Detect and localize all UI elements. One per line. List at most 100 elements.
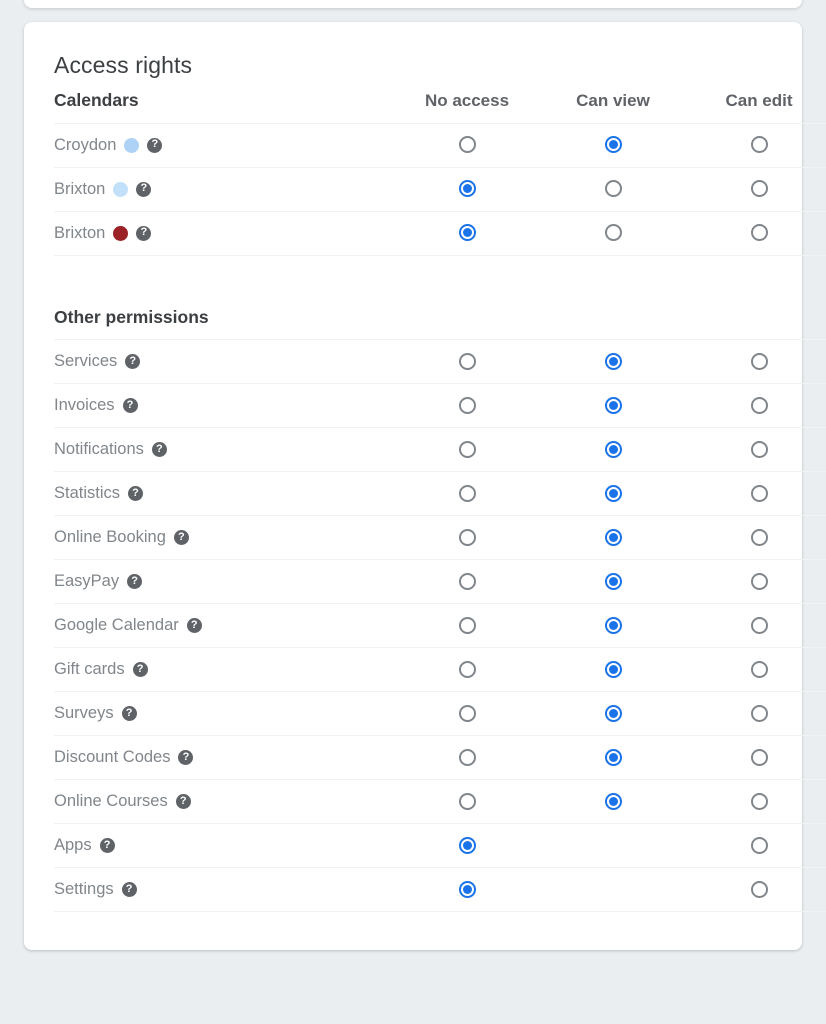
radio-can-edit[interactable] [750, 792, 768, 810]
label-wrap: Statistics? [54, 484, 394, 503]
table-row: Gift cards? [54, 647, 826, 692]
help-icon[interactable]: ? [173, 530, 189, 545]
radio-can-view[interactable] [604, 136, 622, 154]
permission-label-cell: EasyPay? [54, 559, 394, 604]
permission-cell [394, 427, 540, 472]
radio-no-access[interactable] [458, 792, 476, 810]
radio-no-access[interactable] [458, 224, 476, 242]
help-icon[interactable]: ? [132, 662, 148, 677]
permission-cell [394, 559, 540, 604]
permission-label-cell: Notifications? [54, 427, 394, 472]
help-icon[interactable]: ? [147, 137, 163, 153]
help-icon[interactable]: ? [175, 794, 191, 809]
table-row: Apps? [54, 823, 826, 868]
radio-can-view[interactable] [604, 440, 622, 458]
radio-can-view[interactable] [604, 528, 622, 546]
permission-cell [394, 166, 540, 211]
card-above-partial [24, 0, 802, 8]
help-icon[interactable]: ? [125, 354, 141, 369]
radio-can-edit[interactable] [750, 352, 768, 370]
permission-cell [394, 735, 540, 780]
permission-label-cell: Statistics? [54, 471, 394, 516]
radio-can-view[interactable] [604, 352, 622, 370]
radio-can-edit[interactable] [750, 440, 768, 458]
permission-label: Brixton [54, 223, 106, 242]
radio-can-view[interactable] [604, 180, 622, 198]
table-row: Brixton? [54, 210, 826, 255]
radio-can-edit[interactable] [750, 136, 768, 154]
radio-can-edit[interactable] [750, 836, 768, 854]
permission-cell [686, 691, 826, 736]
radio-can-view[interactable] [604, 748, 622, 766]
permission-label-cell: Surveys? [54, 691, 394, 736]
permission-cell [540, 427, 686, 472]
permission-cell [686, 383, 826, 428]
radio-no-access[interactable] [458, 836, 476, 854]
radio-no-access[interactable] [458, 352, 476, 370]
radio-no-access[interactable] [458, 572, 476, 590]
permission-cell [686, 823, 826, 868]
column-header-can-edit: Can edit [725, 90, 793, 110]
calendars-heading: Calendars [54, 90, 139, 111]
radio-can-edit[interactable] [750, 660, 768, 678]
help-icon[interactable]: ? [151, 442, 167, 457]
help-icon[interactable]: ? [99, 838, 115, 853]
label-wrap: Brixton? [54, 180, 394, 199]
column-header-no-access: No access [424, 90, 510, 110]
radio-no-access[interactable] [458, 748, 476, 766]
radio-can-edit[interactable] [750, 880, 768, 898]
radio-can-edit[interactable] [750, 484, 768, 502]
label-wrap: Notifications? [54, 440, 394, 459]
radio-no-access[interactable] [458, 136, 476, 154]
radio-can-edit[interactable] [750, 180, 768, 198]
permission-label: Apps [54, 836, 92, 854]
radio-can-view[interactable] [604, 224, 622, 242]
permission-label: Gift cards [54, 660, 125, 678]
radio-no-access[interactable] [458, 880, 476, 898]
help-icon[interactable]: ? [127, 574, 143, 589]
radio-no-access[interactable] [458, 528, 476, 546]
help-icon[interactable]: ? [128, 486, 144, 501]
radio-can-view[interactable] [604, 572, 622, 590]
help-icon[interactable]: ? [186, 618, 202, 633]
radio-can-view[interactable] [604, 660, 622, 678]
permission-cell [540, 867, 686, 912]
radio-no-access[interactable] [458, 180, 476, 198]
table-row: Settings? [54, 867, 826, 912]
table-row: Discount Codes? [54, 735, 826, 780]
help-icon[interactable]: ? [122, 398, 138, 413]
radio-can-edit[interactable] [750, 396, 768, 414]
radio-can-edit[interactable] [750, 528, 768, 546]
permission-cell [540, 210, 686, 255]
table-row: Services? [54, 339, 826, 384]
radio-can-view[interactable] [604, 396, 622, 414]
radio-can-edit[interactable] [750, 704, 768, 722]
permission-cell [394, 603, 540, 648]
radio-no-access[interactable] [458, 660, 476, 678]
radio-no-access[interactable] [458, 484, 476, 502]
radio-no-access[interactable] [458, 440, 476, 458]
radio-no-access[interactable] [458, 704, 476, 722]
help-icon[interactable]: ? [121, 882, 137, 897]
help-icon[interactable]: ? [136, 225, 152, 241]
radio-can-view[interactable] [604, 484, 622, 502]
radio-can-edit[interactable] [750, 572, 768, 590]
radio-can-edit[interactable] [750, 224, 768, 242]
radio-no-access[interactable] [458, 616, 476, 634]
radio-can-view[interactable] [604, 616, 622, 634]
radio-no-access[interactable] [458, 396, 476, 414]
radio-can-view[interactable] [604, 704, 622, 722]
help-icon[interactable]: ? [121, 706, 137, 721]
help-icon[interactable]: ? [136, 181, 152, 197]
permission-cell [540, 166, 686, 211]
radio-can-edit[interactable] [750, 616, 768, 634]
permission-cell [394, 867, 540, 912]
calendar-color-dot [124, 137, 140, 153]
permission-label: Discount Codes [54, 748, 171, 766]
help-icon[interactable]: ? [178, 750, 194, 765]
radio-can-edit[interactable] [750, 748, 768, 766]
permission-cell [540, 735, 686, 780]
permission-cell [394, 823, 540, 868]
radio-can-view[interactable] [604, 792, 622, 810]
permission-label-cell: Discount Codes? [54, 735, 394, 780]
